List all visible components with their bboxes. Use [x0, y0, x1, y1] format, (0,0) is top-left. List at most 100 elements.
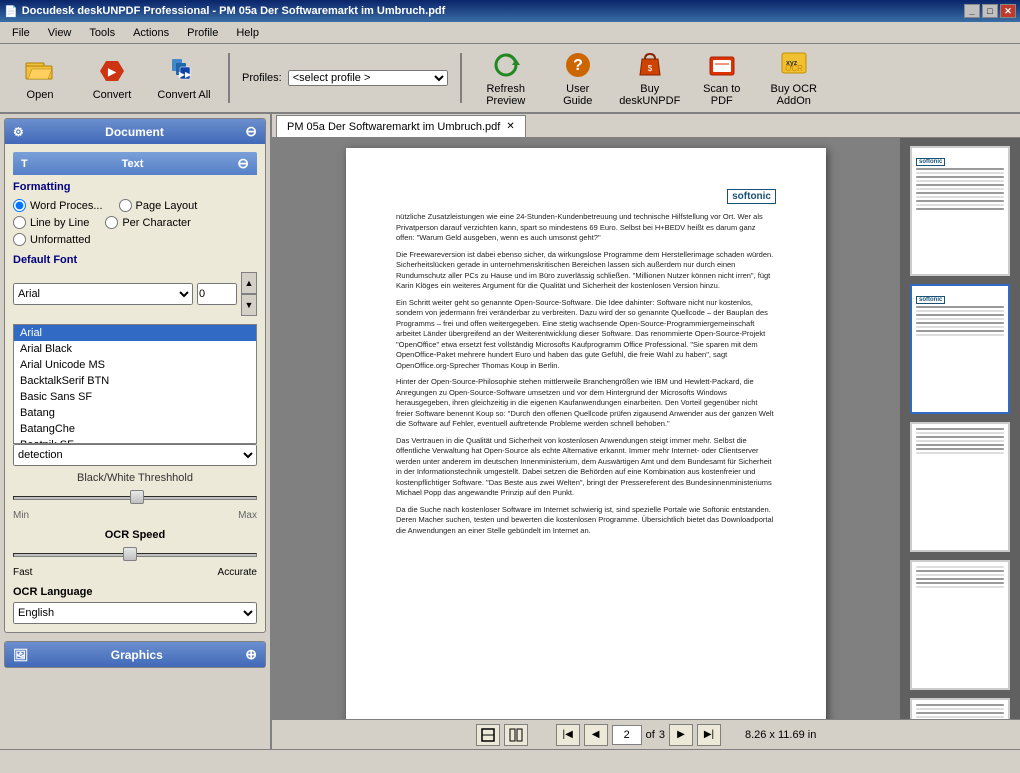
prev-page-btn[interactable]: ◀	[584, 724, 608, 746]
line-by-line-option[interactable]: Line by Line	[13, 216, 89, 229]
detection-select[interactable]: detection	[13, 444, 257, 466]
menu-profile[interactable]: Profile	[179, 25, 226, 41]
formatting-options: Word Proces... Page Layout Line by Line	[13, 199, 257, 246]
separator-1	[228, 53, 230, 103]
menu-actions[interactable]: Actions	[125, 25, 177, 41]
thumb-3-content	[916, 428, 1004, 546]
refresh-button[interactable]: Refresh Preview	[474, 48, 538, 108]
font-dropdown: Arial Arial Black Arial Unicode MS Backt…	[13, 324, 257, 444]
first-page-btn[interactable]: |◀	[556, 724, 580, 746]
thumb-5-content	[916, 704, 1004, 719]
font-item-basic-sans[interactable]: Basic Sans SF	[14, 389, 256, 405]
statusbar	[0, 749, 1020, 771]
thumbnail-2[interactable]: softonic	[910, 284, 1010, 414]
font-item-beatnik[interactable]: Beatnik SF	[14, 437, 256, 444]
ocr-speed-label: OCR Speed	[13, 529, 257, 541]
graphics-header[interactable]: 🖼 Graphics ⊕	[5, 642, 265, 667]
word-process-option[interactable]: Word Proces...	[13, 199, 103, 212]
menu-view[interactable]: View	[40, 25, 80, 41]
fast-label: Fast	[13, 567, 32, 578]
profiles-area: Profiles: <select profile >	[242, 70, 448, 86]
view-mode-1-btn[interactable]	[476, 724, 500, 746]
ocr-icon: xyz OCR	[778, 49, 810, 81]
font-item-arial[interactable]: Arial	[14, 325, 256, 341]
convert-all-button[interactable]: ▶▶ Convert All	[152, 48, 216, 108]
unformatted-option[interactable]: Unformatted	[13, 233, 91, 246]
main-area: ⚙ Document ⊖ T Text ⊖ Formatting	[0, 114, 1020, 749]
bw-threshold-section: Black/White Threshhold Min Max	[13, 472, 257, 521]
ocr-speed-section: OCR Speed Fast Accurate	[13, 529, 257, 578]
convert-button[interactable]: ▶ Convert	[80, 48, 144, 108]
document-header[interactable]: ⚙ Document ⊖	[5, 119, 265, 144]
thumb-2-content: softonic	[916, 290, 1004, 408]
tab-close-button[interactable]: ✕	[506, 121, 514, 132]
softonic-logo: softonic	[727, 189, 776, 204]
view-mode-2-btn[interactable]	[504, 724, 528, 746]
font-select[interactable]: Arial Arial Black Arial Unicode MS	[13, 283, 193, 305]
right-content: PM 05a Der Softwaremarkt im Umbruch.pdf …	[272, 114, 1020, 749]
app-icon: 📄	[4, 5, 18, 18]
font-size-down[interactable]: ▼	[241, 294, 257, 316]
convert-all-label: Convert All	[157, 89, 210, 101]
language-select[interactable]: English German French	[13, 602, 257, 624]
doc-main[interactable]: softonic nützliche Zusatzleistungen wie …	[272, 138, 900, 719]
font-item-batang[interactable]: Batang	[14, 405, 256, 421]
page-layout-option[interactable]: Page Layout	[119, 199, 198, 212]
document-content: T Text ⊖ Formatting Word Proces...	[5, 144, 265, 632]
scan-button[interactable]: Scan to PDF	[690, 48, 754, 108]
thumbnail-4[interactable]	[910, 560, 1010, 690]
para-3: Ein Schritt weiter geht so genannte Open…	[396, 298, 776, 372]
graphics-collapse-btn[interactable]: ⊕	[245, 646, 257, 663]
font-item-batangche[interactable]: BatangChe	[14, 421, 256, 437]
thumbnail-strip: softonic	[900, 138, 1020, 719]
thumbnail-1[interactable]: softonic	[910, 146, 1010, 276]
bw-max-label: Max	[238, 510, 257, 521]
default-font-label: Default Font	[13, 254, 257, 266]
close-button[interactable]: ✕	[1000, 4, 1016, 18]
next-page-btn[interactable]: ▶	[669, 724, 693, 746]
document-section-icon: ⚙	[13, 125, 24, 139]
font-item-arial-black[interactable]: Arial Black	[14, 341, 256, 357]
ocr-speed-thumb[interactable]	[123, 547, 137, 561]
ocr-button[interactable]: xyz OCR Buy OCR AddOn	[762, 48, 826, 108]
per-char-option[interactable]: Per Character	[105, 216, 190, 229]
menu-file[interactable]: File	[4, 25, 38, 41]
svg-text:▶▶: ▶▶	[179, 70, 192, 79]
bw-slider[interactable]	[13, 488, 257, 508]
detection-row: detection	[13, 444, 257, 466]
word-process-label: Word Proces...	[30, 200, 103, 212]
minimize-button[interactable]: _	[964, 4, 980, 18]
guide-button[interactable]: ? User Guide	[546, 48, 610, 108]
scan-label: Scan to PDF	[695, 83, 749, 107]
open-button[interactable]: Open	[8, 48, 72, 108]
font-item-backtalk[interactable]: BacktalkSerif BTN	[14, 373, 256, 389]
maximize-button[interactable]: □	[982, 4, 998, 18]
open-label: Open	[27, 89, 54, 101]
formatting-row-1: Word Proces... Page Layout	[13, 199, 257, 212]
thumbnail-3[interactable]	[910, 422, 1010, 552]
page-document: softonic nützliche Zusatzleistungen wie …	[346, 148, 826, 719]
profiles-select[interactable]: <select profile >	[288, 70, 448, 86]
ocr-label: Buy OCR AddOn	[767, 83, 821, 107]
menu-tools[interactable]: Tools	[81, 25, 123, 41]
scan-icon	[706, 49, 738, 81]
buy-button[interactable]: $ Buy deskUNPDF	[618, 48, 682, 108]
font-size-up[interactable]: ▲	[241, 272, 257, 294]
bw-slider-minmax: Min Max	[13, 510, 257, 521]
font-size-input[interactable]	[197, 283, 237, 305]
ocr-speed-minmax: Fast Accurate	[13, 567, 257, 578]
svg-text:▶: ▶	[107, 67, 117, 78]
text-sub-header[interactable]: T Text ⊖	[13, 152, 257, 175]
thumbnail-5[interactable]	[910, 698, 1010, 719]
text-collapse-btn[interactable]: ⊖	[237, 155, 249, 172]
page-number-input[interactable]	[612, 725, 642, 745]
document-collapse-btn[interactable]: ⊖	[245, 123, 257, 140]
graphics-section: 🖼 Graphics ⊕	[4, 641, 266, 668]
font-item-arial-unicode[interactable]: Arial Unicode MS	[14, 357, 256, 373]
document-tab[interactable]: PM 05a Der Softwaremarkt im Umbruch.pdf …	[276, 115, 526, 137]
last-page-btn[interactable]: ▶|	[697, 724, 721, 746]
titlebar-controls[interactable]: _ □ ✕	[964, 4, 1016, 18]
ocr-speed-slider[interactable]	[13, 545, 257, 565]
menu-help[interactable]: Help	[228, 25, 267, 41]
bw-slider-thumb[interactable]	[130, 490, 144, 504]
